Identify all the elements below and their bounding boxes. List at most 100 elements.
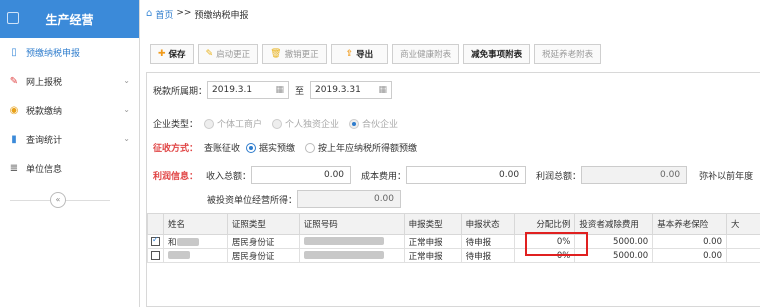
calendar-icon[interactable]: ▦: [379, 85, 388, 95]
investor-table: 姓名 证照类型 证照号码 申报类型 申报状态 分配比例 投资者减除费用 基本养老…: [147, 213, 760, 263]
sidebar-item-online-tax[interactable]: ✎ 网上报税 ⌄: [0, 67, 139, 96]
period-start-value: 2019.3.1: [212, 85, 253, 95]
column-header: 基本养老保险: [652, 213, 727, 235]
id-number-cell: [298, 248, 405, 263]
health-insurance-attachment-button[interactable]: 商业健康附表: [392, 44, 460, 64]
table-row[interactable]: 和 居民身份证 正常申报 待申报 0% 5000.00 0.00: [147, 234, 760, 249]
declaration-type-cell: 正常申报: [403, 248, 462, 263]
enterprise-type-row: 企业类型： 个体工商户 个人独资企业 合伙企业: [153, 117, 398, 130]
id-number-cell: [298, 234, 405, 249]
row-checkbox[interactable]: [151, 235, 160, 246]
relief-items-attachment-button[interactable]: 减免事项附表: [463, 44, 531, 64]
investor-income-row: 被投资单位经营所得： 0.00: [207, 190, 402, 208]
row-select-cell[interactable]: [147, 234, 164, 249]
collection-actual-radio[interactable]: [246, 142, 257, 153]
module-icon: [7, 12, 19, 24]
period-to-label: 至: [295, 86, 305, 97]
profit-total-label: 利润总额：: [536, 171, 582, 182]
declaration-form: 税款所属期： 2019.3.1 ▦ 至 2019.3.31 ▦ 企业类型： 个体…: [146, 72, 760, 307]
cancel-correction-button[interactable]: 🗑 撤销更正: [262, 44, 327, 64]
period-end-value: 2019.3.31: [315, 85, 361, 95]
export-label: 导出: [356, 50, 374, 60]
column-header: 申报状态: [460, 213, 516, 235]
id-type-cell: 居民身份证: [226, 234, 300, 249]
profit-total-input: 0.00: [581, 166, 688, 184]
period-end-input[interactable]: 2019.3.31 ▦: [310, 81, 393, 99]
calendar-icon[interactable]: ▦: [276, 85, 285, 95]
redacted-name: [167, 251, 190, 259]
extra-cell: [726, 234, 760, 249]
column-header: 姓名: [162, 213, 228, 235]
sidebar-item-tax-payment[interactable]: ◉ 税款缴纳 ⌄: [0, 96, 139, 125]
period-start-input[interactable]: 2019.3.1 ▦: [207, 81, 290, 99]
breadcrumb: ⌂ 首页 >> 预缴纳税申报: [140, 0, 760, 38]
redacted-id-number: [303, 251, 384, 259]
health-insurance-label: 商业健康附表: [400, 50, 452, 60]
name-value: 和: [167, 237, 177, 248]
period-row: 税款所属期： 2019.3.1 ▦ 至 2019.3.31 ▦: [153, 81, 393, 99]
extra-cell: [726, 248, 760, 263]
enterprise-type-radio: [272, 118, 283, 129]
sidebar-item-label: 单位信息: [26, 165, 63, 175]
table-row[interactable]: 居民身份证 正常申报 待申报 0% 5000.00 0.00: [147, 248, 760, 263]
sidebar-header: 生产经营: [0, 0, 139, 38]
column-header: 证照类型: [226, 213, 300, 235]
sidebar-item-query-stats[interactable]: ▮ 查询统计 ⌄: [0, 125, 139, 154]
collection-lastyear-radio[interactable]: [305, 142, 316, 153]
profit-info-label: 利润信息：: [153, 171, 199, 182]
sidebar-item-label: 税款缴纳: [26, 107, 63, 117]
period-label: 税款所属期：: [153, 86, 208, 97]
breadcrumb-separator: >>: [176, 8, 192, 18]
sidebar: 生产经营 ▯ 预缴纳税申报 ✎ 网上报税 ⌄ ◉ 税款缴纳 ⌄ ▮ 查询统计 ⌄…: [0, 0, 140, 307]
list-icon: ≣: [9, 163, 19, 174]
save-button[interactable]: ✚ 保存: [150, 44, 194, 64]
pension-cell: 0.00: [652, 234, 727, 249]
redacted-name: [176, 238, 199, 246]
export-button[interactable]: ⇪ 导出: [330, 44, 389, 64]
income-input[interactable]: 0.00: [251, 166, 352, 184]
row-checkbox[interactable]: [151, 250, 160, 260]
pension-cell: 0.00: [652, 248, 727, 263]
collection-prefix: 查账征收: [204, 144, 241, 154]
sidebar-item-unit-info[interactable]: ≣ 单位信息: [0, 154, 139, 183]
enterprise-type-option: 个体工商户: [217, 120, 263, 130]
row-select-cell[interactable]: [147, 248, 164, 263]
sidebar-item-label: 网上报税: [26, 78, 63, 88]
enable-correction-button[interactable]: ✎ 启动更正: [197, 44, 259, 64]
enterprise-type-option: 个人独资企业: [285, 120, 340, 130]
enterprise-type-radio: [349, 118, 360, 129]
declaration-type-cell: 正常申报: [403, 234, 462, 249]
sidebar-item-prepay-declaration[interactable]: ▯ 预缴纳税申报: [0, 38, 139, 67]
enterprise-type-radio: [204, 118, 215, 129]
investor-income-input: 0.00: [297, 190, 402, 208]
profit-row: 利润信息： 收入总额： 0.00 成本费用： 0.00 利润总额： 0.00 弥…: [153, 166, 753, 184]
export-icon: ⇪: [345, 49, 354, 59]
collection-option[interactable]: 按上年应纳税所得额预缴: [318, 141, 417, 154]
select-column-header: [147, 213, 164, 235]
collapse-sidebar-button[interactable]: «: [50, 192, 66, 208]
cost-label: 成本费用：: [361, 171, 407, 182]
column-header: 大: [726, 213, 760, 235]
pension-attachment-button[interactable]: 税延养老附表: [534, 44, 602, 64]
collection-row: 征收方式： 查账征收 据实预缴 按上年应纳税所得额预缴: [153, 141, 417, 154]
make-up-label: 弥补以前年度: [699, 171, 754, 182]
chevron-down-icon: ⌄: [123, 105, 130, 114]
breadcrumb-home-link[interactable]: 首页: [155, 8, 173, 21]
investor-income-label: 被投资单位经营所得：: [207, 195, 298, 206]
enable-correction-label: 启动更正: [216, 50, 251, 60]
column-header: 申报类型: [403, 213, 462, 235]
pension-attachment-label: 税延养老附表: [542, 50, 594, 60]
id-type-cell: 居民身份证: [226, 248, 300, 263]
enterprise-type-option: 合伙企业: [362, 120, 399, 130]
chevron-down-icon: ⌄: [123, 76, 130, 85]
chevron-down-icon: ⌄: [123, 134, 130, 143]
pen-icon: ✎: [9, 76, 19, 87]
status-cell: 待申报: [460, 248, 516, 263]
redacted-id-number: [303, 237, 384, 245]
name-cell: 和: [162, 234, 228, 249]
cost-input[interactable]: 0.00: [406, 166, 527, 184]
relief-items-label: 减免事项附表: [471, 50, 523, 60]
document-icon: ▯: [11, 47, 17, 58]
main-area: ⌂ 首页 >> 预缴纳税申报 ✚ 保存 ✎ 启动更正 🗑 撤销更正 ⇪ 导出 商…: [140, 0, 760, 307]
collection-option[interactable]: 据实预缴: [259, 141, 295, 154]
